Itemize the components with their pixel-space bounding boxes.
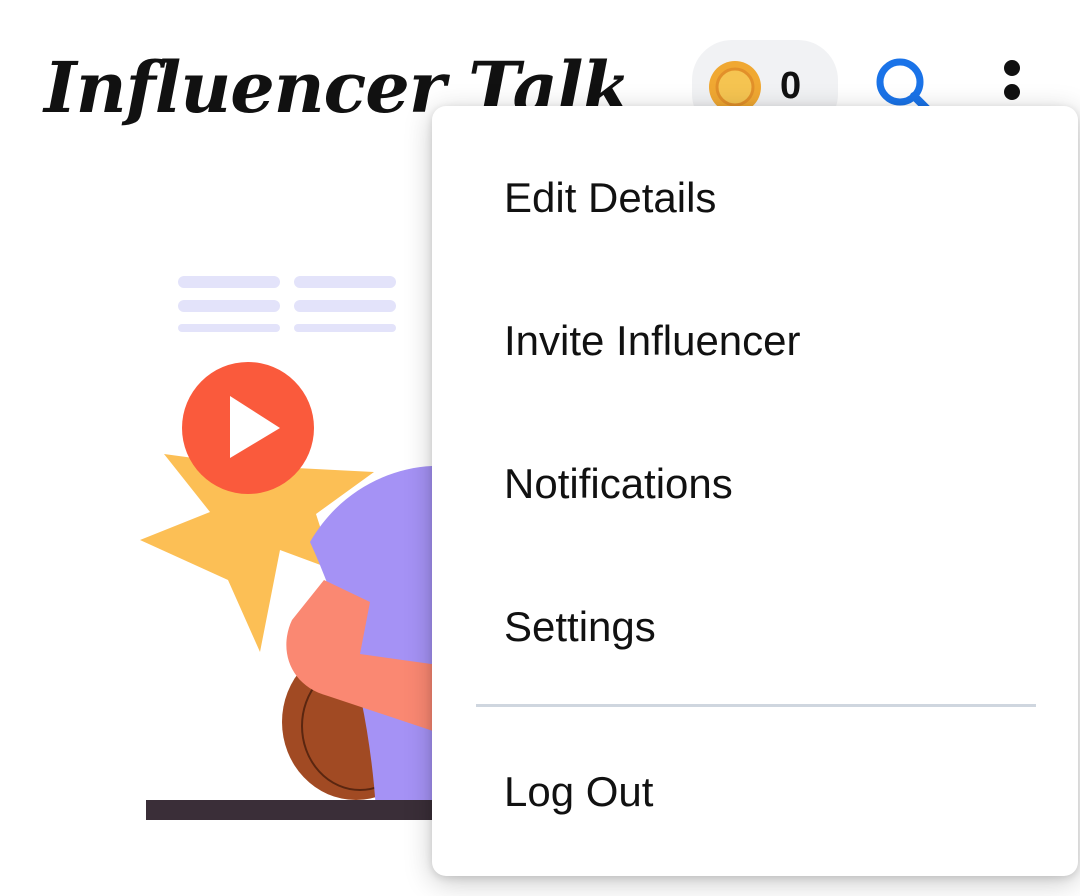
document-lines-graphic [178, 276, 396, 332]
menu-item-label: Invite Influencer [504, 317, 801, 364]
overflow-menu: Edit Details Invite Influencer Notificat… [432, 106, 1078, 876]
menu-item-label: Edit Details [504, 174, 717, 221]
menu-item-label: Notifications [504, 460, 733, 507]
menu-item-settings[interactable]: Settings [432, 565, 1078, 685]
hero-illustration [140, 276, 460, 820]
menu-item-edit-details[interactable]: Edit Details [432, 136, 1078, 256]
menu-item-log-out[interactable]: Log Out [432, 730, 1078, 850]
menu-item-label: Log Out [504, 768, 654, 815]
menu-item-notifications[interactable]: Notifications [432, 422, 1078, 542]
menu-item-label: Settings [504, 603, 656, 650]
coin-count: 0 [780, 65, 802, 107]
menu-item-invite-influencer[interactable]: Invite Influencer [432, 279, 1078, 399]
floor-graphic [146, 800, 460, 820]
menu-divider [476, 704, 1036, 707]
